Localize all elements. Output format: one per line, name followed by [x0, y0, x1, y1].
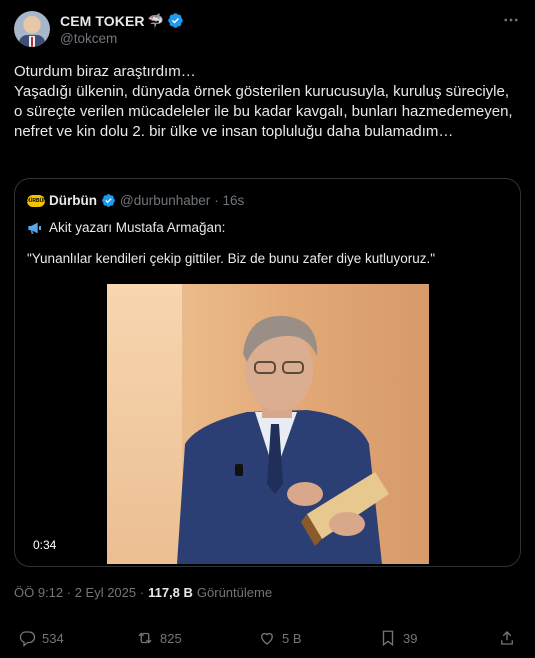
share-button[interactable] [498, 624, 516, 652]
video-frame-person [177, 315, 389, 564]
quote-line-2: "Yunanlılar kendileri çekip gittiler. Bi… [27, 251, 436, 266]
view-count: 117,8 B [148, 585, 193, 600]
author-name[interactable]: CEM TOKER [60, 13, 145, 29]
megaphone-icon [28, 222, 41, 234]
verified-badge-icon [102, 194, 115, 207]
quote-header: DÜRBÜN Dürbün @durbunhaber · 16s [25, 193, 244, 208]
view-label: Görüntüleme [196, 585, 273, 600]
tweet-header: CEM TOKER 🦈 @tokcem [14, 10, 521, 50]
reply-count: 534 [42, 630, 64, 646]
bookmark-icon [382, 630, 394, 647]
reply-button[interactable]: 534 [18, 624, 64, 652]
like-count: 5 B [282, 630, 302, 646]
quote-line-1-text: Akit yazarı Mustafa Armağan: [49, 220, 226, 235]
video-duration: 0:34 [33, 538, 57, 552]
tweet-meta: ÖÖ 9:12 · 2 Eyl 2025 · 117,8 B Görüntüle… [14, 585, 272, 600]
tweet-text: Oturdum biraz araştırdım… Yaşadığı ülken… [14, 63, 513, 140]
quote-video[interactable] [107, 284, 429, 564]
reply-icon [19, 631, 36, 647]
share-icon [501, 631, 513, 645]
repost-count: 825 [160, 630, 182, 646]
repost-icon [138, 632, 152, 644]
more-options-icon[interactable] [501, 10, 521, 30]
bookmark-count: 39 [403, 630, 418, 646]
author-handle[interactable]: @tokcem [60, 31, 117, 46]
quote-time[interactable]: · 16s [214, 193, 244, 208]
quote-line-1: Akit yazarı Mustafa Armağan: [27, 220, 225, 235]
quote-author-handle[interactable]: @durbunhaber [120, 193, 210, 208]
author-name-row: CEM TOKER 🦈 [60, 12, 184, 29]
quote-author-avatar[interactable]: DÜRBÜN [25, 194, 47, 207]
quoted-tweet[interactable]: DÜRBÜN Dürbün @durbunhaber · 16s Akit ya… [14, 178, 521, 567]
tweet-timestamp[interactable]: ÖÖ 9:12 · 2 Eyl 2025 · [14, 585, 144, 600]
shark-emoji: 🦈 [147, 12, 164, 28]
repost-button[interactable]: 825 [136, 624, 182, 652]
quote-author-name[interactable]: Dürbün [49, 193, 97, 208]
heart-icon [261, 632, 273, 645]
bookmark-button[interactable]: 39 [379, 624, 417, 652]
action-bar: 534 825 5 B 39 [14, 624, 521, 652]
like-button[interactable]: 5 B [258, 624, 302, 652]
verified-badge-icon [168, 13, 183, 28]
author-avatar[interactable] [14, 11, 50, 47]
